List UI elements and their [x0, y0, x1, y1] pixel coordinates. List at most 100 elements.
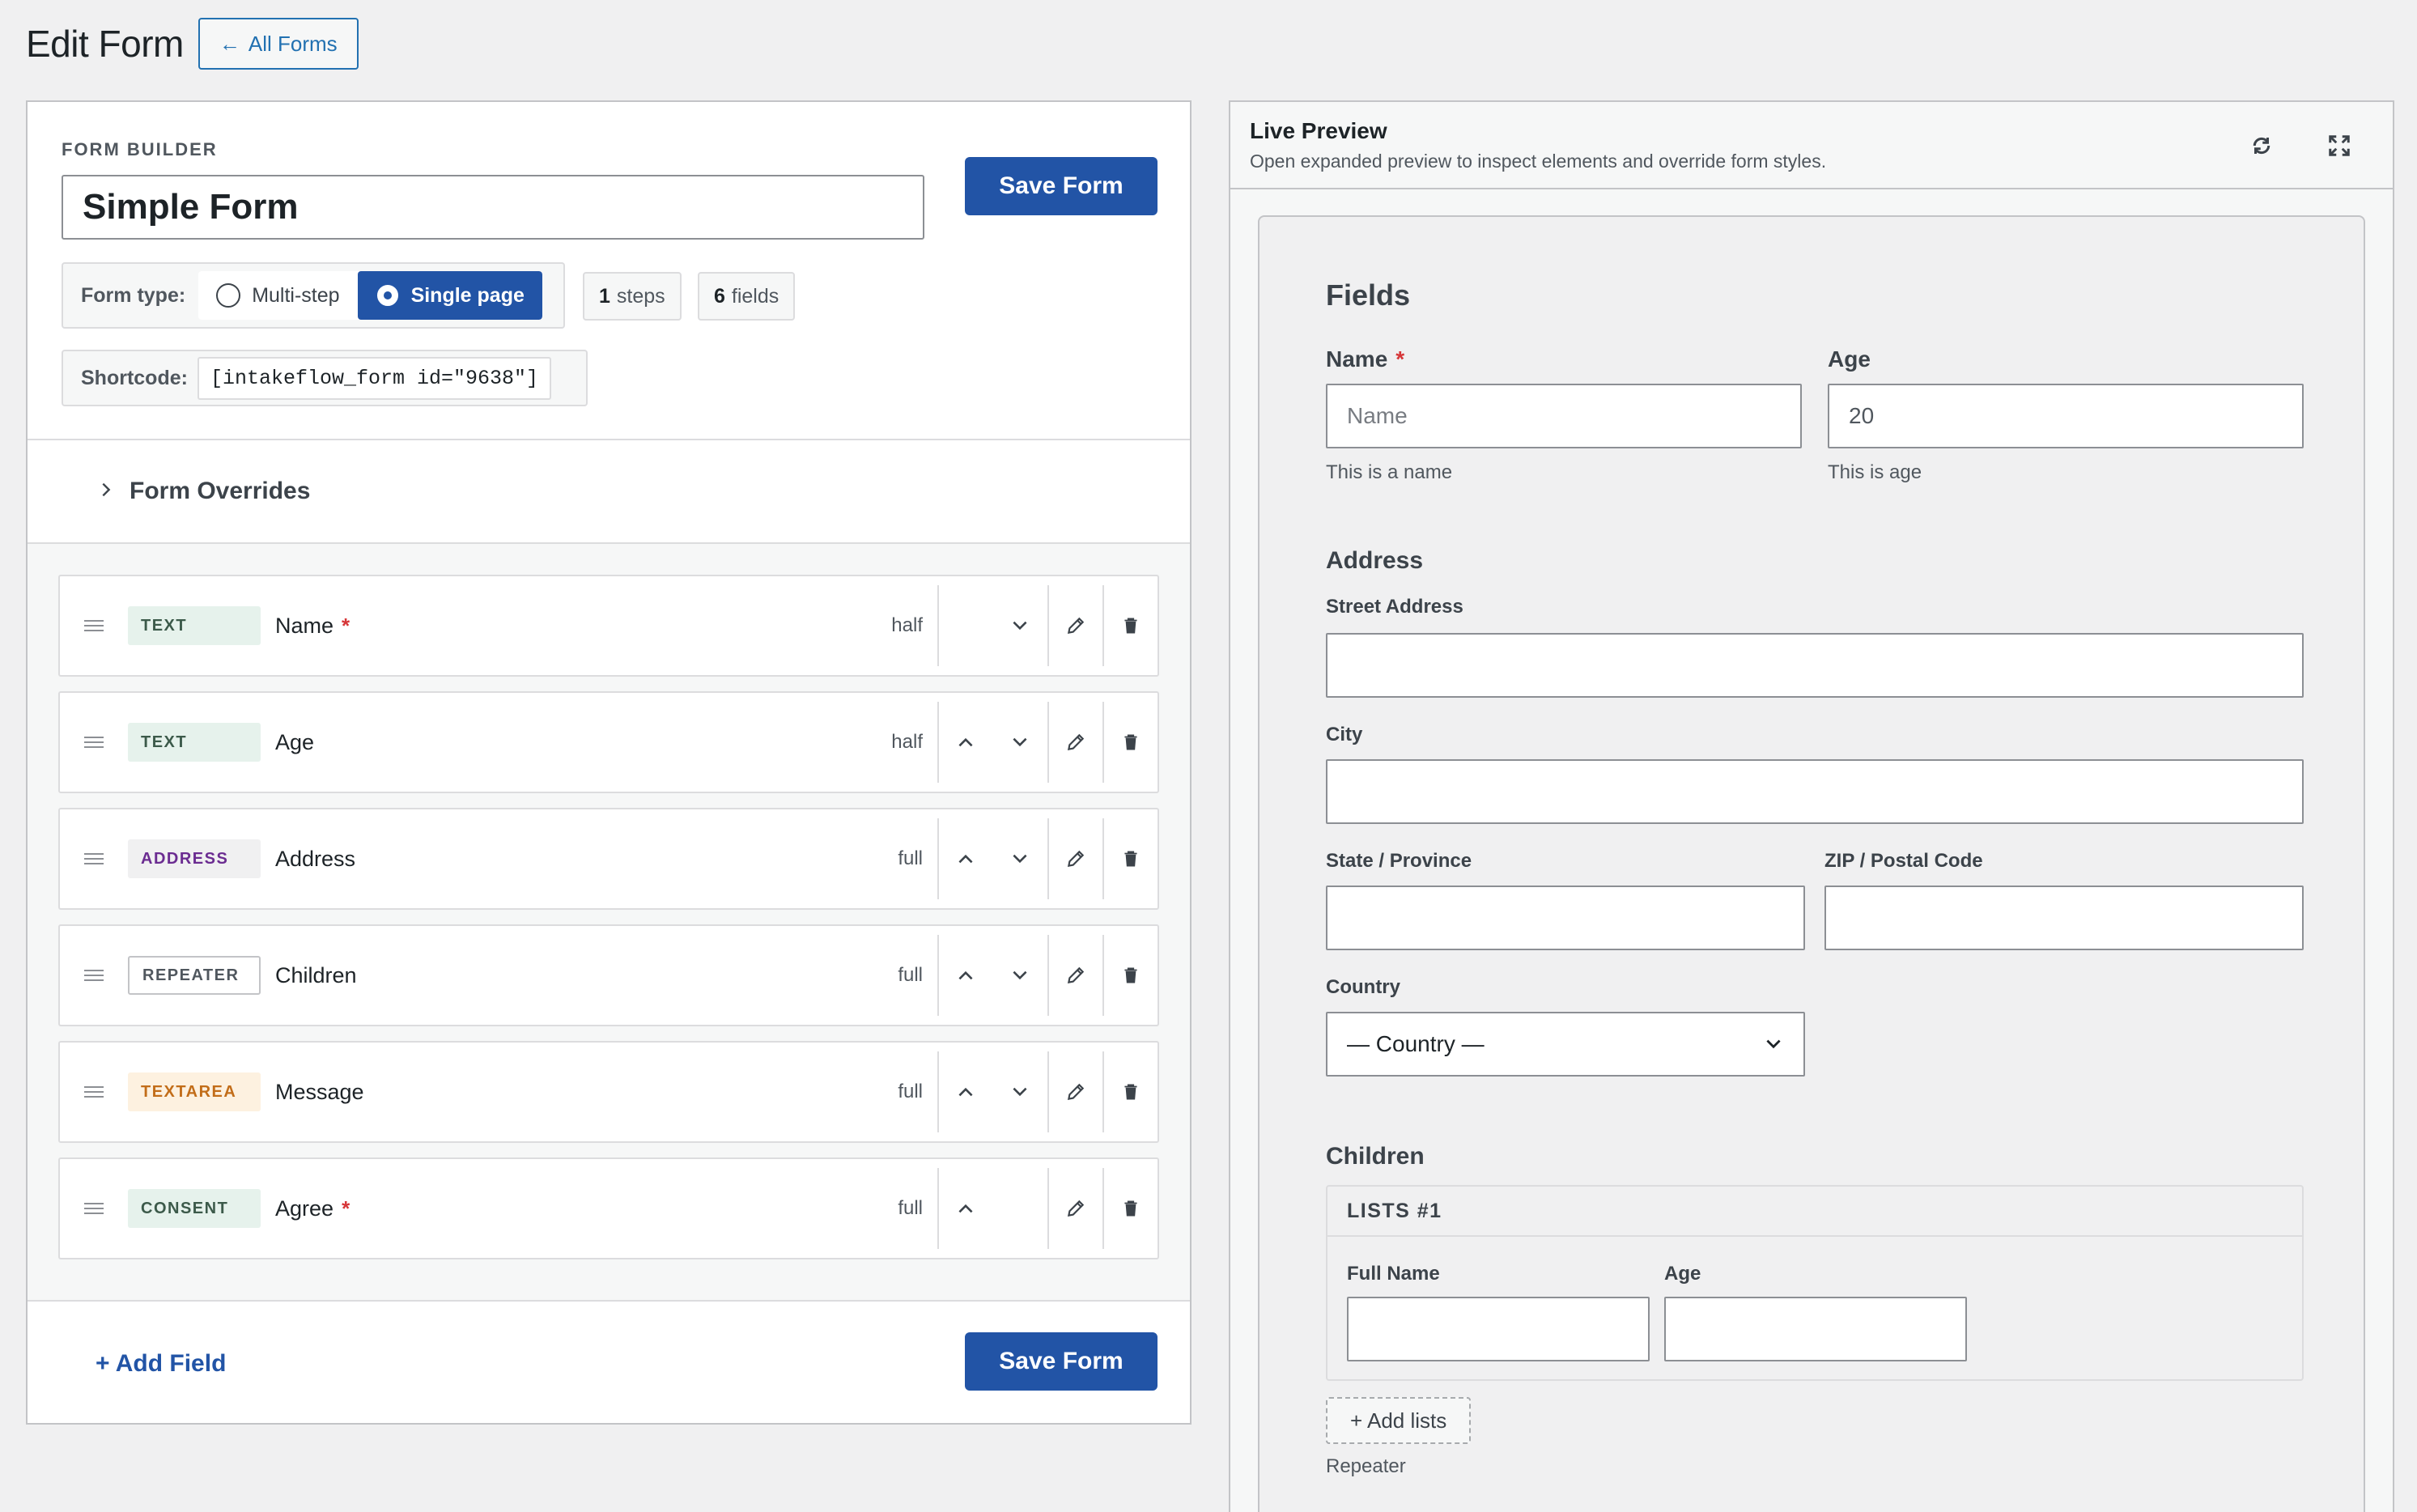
move-down-button[interactable]: [992, 1051, 1047, 1132]
delete-field-button[interactable]: [1102, 818, 1158, 899]
child-age-input[interactable]: [1664, 1297, 1967, 1361]
steps-count-badge: 1 steps: [583, 272, 682, 321]
field-type-badge: ADDRESS: [128, 839, 261, 878]
chevron-up-icon: [958, 854, 973, 864]
move-down-placeholder: [992, 1168, 1047, 1249]
move-down-button[interactable]: [992, 818, 1047, 899]
name-input[interactable]: [1326, 384, 1802, 448]
drag-handle-icon[interactable]: [60, 1203, 128, 1214]
field-row: CONSENT Agree * full: [58, 1157, 1159, 1259]
zip-input[interactable]: [1824, 886, 2304, 950]
drag-handle-icon[interactable]: [60, 737, 128, 748]
move-up-button[interactable]: [937, 1168, 992, 1249]
form-type-option-label: Multi-step: [252, 283, 340, 307]
required-marker: *: [342, 613, 350, 638]
chevron-down-icon: [1013, 621, 1027, 631]
field-type-badge: CONSENT: [128, 1189, 261, 1228]
move-up-button[interactable]: [937, 1051, 992, 1132]
country-select[interactable]: — Country —: [1326, 1012, 1805, 1077]
form-type-option-label: Single page: [410, 283, 525, 307]
repeater-item: LISTS #1 Full Name Age: [1326, 1185, 2304, 1381]
age-input[interactable]: [1828, 384, 2304, 448]
edit-field-button[interactable]: [1047, 702, 1102, 783]
drag-handle-icon[interactable]: [60, 853, 128, 864]
pencil-icon: [1067, 617, 1085, 635]
shortcode-box: Shortcode: [intakeflow_form id="9638"]: [62, 350, 588, 406]
chevron-down-icon: [1013, 970, 1027, 980]
add-field-button[interactable]: + Add Field: [96, 1350, 226, 1378]
form-overrides-toggle[interactable]: Form Overrides: [28, 440, 1190, 544]
age-help: This is age: [1828, 461, 1922, 483]
city-input[interactable]: [1326, 759, 2304, 824]
field-label: Name: [275, 613, 334, 638]
drag-handle-icon[interactable]: [60, 1086, 128, 1098]
field-label: Agree: [275, 1196, 334, 1221]
field-type-badge: TEXTAREA: [128, 1072, 261, 1111]
delete-field-button[interactable]: [1102, 1168, 1158, 1249]
all-forms-button[interactable]: ← All Forms: [198, 18, 359, 70]
edit-field-button[interactable]: [1047, 818, 1102, 899]
repeater-help: Repeater: [1326, 1455, 1406, 1477]
delete-field-button[interactable]: [1102, 935, 1158, 1016]
child-fullname-input[interactable]: [1347, 1297, 1650, 1361]
form-type-multi-step[interactable]: Multi-step: [198, 271, 357, 320]
save-form-button-bottom[interactable]: Save Form: [965, 1332, 1158, 1391]
form-type-single-page[interactable]: Single page: [357, 271, 542, 320]
shortcode-value[interactable]: [intakeflow_form id="9638"]: [197, 356, 552, 400]
chevron-down-icon: [1013, 1087, 1027, 1097]
state-input[interactable]: [1326, 886, 1805, 950]
form-name-input[interactable]: [62, 175, 924, 240]
drag-handle-icon[interactable]: [60, 970, 128, 981]
preview-form: Fields Name * This is a name Age This is …: [1258, 215, 2365, 1512]
trash-icon: [1124, 1200, 1137, 1217]
edit-field-button[interactable]: [1047, 1051, 1102, 1132]
preview-subtitle: Open expanded preview to inspect element…: [1250, 151, 1827, 172]
name-label-text: Name: [1326, 346, 1388, 372]
move-down-button[interactable]: [992, 935, 1047, 1016]
move-up-button[interactable]: [937, 935, 992, 1016]
field-row: ADDRESS Address full: [58, 808, 1159, 910]
move-up-button[interactable]: [937, 818, 992, 899]
trash-icon: [1124, 1084, 1137, 1100]
field-controls: half: [891, 576, 1158, 675]
move-up-button[interactable]: [937, 702, 992, 783]
field-label: Children: [275, 962, 357, 987]
refresh-icon[interactable]: [2245, 130, 2278, 162]
steps-count: 1: [599, 284, 610, 308]
field-width: half: [891, 614, 923, 636]
fields-count: 6: [714, 284, 725, 308]
field-width: half: [891, 731, 923, 753]
field-label: Message: [275, 1079, 364, 1104]
delete-field-button[interactable]: [1102, 585, 1158, 666]
delete-field-button[interactable]: [1102, 1051, 1158, 1132]
save-form-button-top[interactable]: Save Form: [965, 157, 1158, 215]
drag-handle-icon[interactable]: [60, 620, 128, 631]
child-fullname-label: Full Name: [1347, 1263, 1440, 1285]
trash-icon: [1124, 618, 1137, 634]
chevron-down-icon: [1013, 854, 1027, 864]
edit-field-button[interactable]: [1047, 935, 1102, 1016]
move-down-button[interactable]: [992, 585, 1047, 666]
move-down-button[interactable]: [992, 702, 1047, 783]
section-label: FORM BUILDER: [62, 139, 218, 159]
field-row: TEXTAREA Message full: [58, 1041, 1159, 1143]
edit-field-button[interactable]: [1047, 585, 1102, 666]
edit-field-button[interactable]: [1047, 1168, 1102, 1249]
field-controls: full: [898, 926, 1158, 1025]
street-input[interactable]: [1326, 633, 2304, 698]
form-builder-panel: FORM BUILDER Save Form Form type: Multi-…: [26, 100, 1192, 1425]
expand-icon[interactable]: [2323, 130, 2355, 162]
builder-footer: + Add Field Save Form: [28, 1302, 1190, 1423]
field-width: full: [898, 847, 923, 869]
field-row: TEXT Age half: [58, 691, 1159, 793]
field-controls: half: [891, 693, 1158, 792]
delete-field-button[interactable]: [1102, 702, 1158, 783]
preview-title: Live Preview: [1250, 118, 1387, 143]
field-width: full: [898, 1081, 923, 1102]
field-controls: full: [898, 809, 1158, 908]
child-age-label: Age: [1664, 1263, 1701, 1285]
builder-settings: FORM BUILDER Save Form Form type: Multi-…: [28, 102, 1190, 440]
add-lists-button[interactable]: + Add lists: [1326, 1397, 1472, 1444]
field-width: full: [898, 1197, 923, 1219]
chevron-down-icon: [1013, 737, 1027, 747]
